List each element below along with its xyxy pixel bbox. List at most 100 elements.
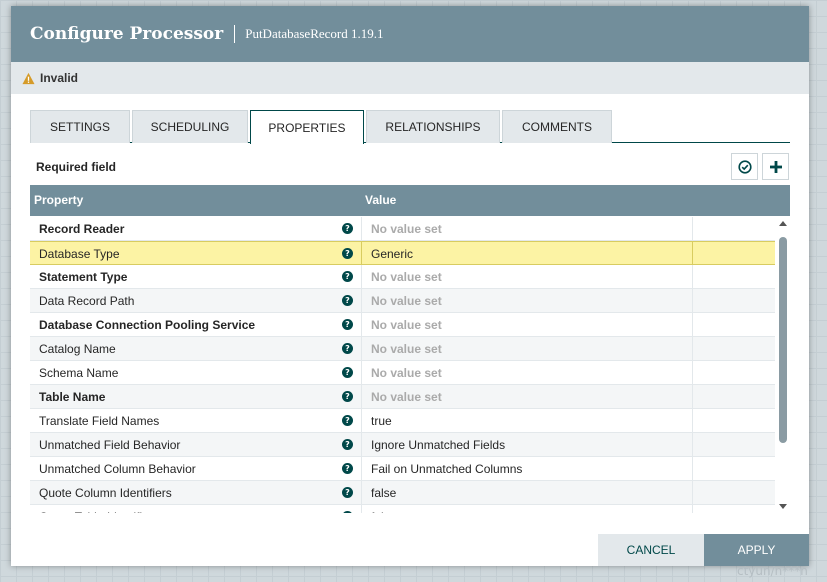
column-divider	[692, 217, 693, 241]
property-name: Catalog Name	[39, 342, 116, 356]
property-value[interactable]: false	[371, 505, 396, 513]
column-divider	[692, 457, 693, 481]
column-divider	[361, 265, 362, 289]
property-name: Database Type	[39, 247, 120, 261]
column-divider	[361, 385, 362, 409]
column-divider	[692, 289, 693, 313]
help-icon[interactable]: ?	[342, 487, 353, 498]
property-row[interactable]: Database Connection Pooling Service? No v…	[30, 313, 775, 337]
table-scrollbar[interactable]	[776, 217, 790, 513]
property-name: Record Reader	[39, 222, 125, 236]
tab-comments[interactable]: COMMENTS	[502, 110, 612, 143]
property-value[interactable]: No value set	[371, 289, 442, 313]
help-icon[interactable]: ?	[342, 271, 353, 282]
property-row[interactable]: Schema Name? No value set	[30, 361, 775, 385]
column-divider	[361, 457, 362, 481]
column-divider	[361, 289, 362, 313]
property-value[interactable]: Fail on Unmatched Columns	[371, 457, 522, 481]
check-circle-icon	[737, 159, 752, 174]
property-value[interactable]: Ignore Unmatched Fields	[371, 433, 505, 457]
help-icon[interactable]: ?	[342, 511, 353, 513]
dialog-header: Configure Processor PutDatabaseRecord 1.…	[11, 6, 809, 62]
column-divider	[692, 481, 693, 505]
column-divider	[361, 337, 362, 361]
help-icon[interactable]: ?	[342, 319, 353, 330]
property-row[interactable]: Statement Type? No value set	[30, 265, 775, 289]
apply-button[interactable]: APPLY	[704, 534, 809, 566]
help-icon[interactable]: ?	[342, 343, 353, 354]
property-value[interactable]: No value set	[371, 217, 442, 241]
property-value[interactable]: No value set	[371, 337, 442, 361]
help-icon[interactable]: ?	[342, 223, 353, 234]
tab-settings[interactable]: SETTINGS	[30, 110, 130, 143]
property-name: Unmatched Field Behavior	[39, 438, 181, 452]
help-icon[interactable]: ?	[342, 367, 353, 378]
scroll-down-icon[interactable]	[779, 504, 787, 509]
warning-icon	[22, 72, 35, 84]
column-divider	[361, 242, 362, 266]
property-row[interactable]: Unmatched Field Behavior? Ignore Unmatche…	[30, 433, 775, 457]
dialog-subtitle: PutDatabaseRecord 1.19.1	[245, 26, 384, 41]
property-name: Data Record Path	[39, 294, 135, 308]
column-divider	[692, 385, 693, 409]
column-divider	[361, 433, 362, 457]
property-value[interactable]: No value set	[371, 313, 442, 337]
property-name: Quote Column Identifiers	[39, 486, 172, 500]
help-icon[interactable]: ?	[342, 415, 353, 426]
required-field-label: Required field	[36, 160, 117, 174]
help-icon[interactable]: ?	[342, 391, 353, 402]
column-divider	[361, 409, 362, 433]
verify-properties-button[interactable]	[731, 153, 758, 180]
help-icon[interactable]: ?	[342, 295, 353, 306]
validation-status-bar: Invalid	[11, 62, 809, 94]
property-row[interactable]: Quote Table Identifiers? false	[30, 505, 775, 513]
scroll-up-icon[interactable]	[779, 221, 787, 226]
tab-relationships[interactable]: RELATIONSHIPS	[366, 110, 500, 143]
scrollbar-thumb[interactable]	[779, 237, 787, 443]
add-property-button[interactable]	[762, 153, 789, 180]
property-name: Unmatched Column Behavior	[39, 462, 196, 476]
property-name: Statement Type	[39, 270, 128, 284]
column-header-property: Property	[34, 193, 84, 207]
help-icon[interactable]: ?	[342, 463, 353, 474]
property-row[interactable]: Catalog Name? No value set	[30, 337, 775, 361]
property-value[interactable]: No value set	[371, 265, 442, 289]
tab-properties[interactable]: PROPERTIES	[250, 110, 364, 144]
properties-table-header: Property Value	[30, 185, 790, 216]
column-divider	[361, 217, 362, 241]
column-divider	[692, 409, 693, 433]
property-row[interactable]: Database Type? Generic	[30, 241, 775, 266]
property-value[interactable]: No value set	[371, 361, 442, 385]
property-value[interactable]: Generic	[371, 242, 413, 266]
property-name: Schema Name	[39, 366, 119, 380]
help-icon[interactable]: ?	[342, 439, 353, 450]
property-row[interactable]: Translate Field Names? true	[30, 409, 775, 433]
column-divider	[361, 313, 362, 337]
column-divider	[692, 337, 693, 361]
property-row[interactable]: Table Name? No value set	[30, 385, 775, 409]
property-row[interactable]: Quote Column Identifiers? false	[30, 481, 775, 505]
column-divider	[692, 361, 693, 385]
properties-table-body: Record Reader? No value set Database Type?…	[30, 217, 775, 513]
property-row[interactable]: Record Reader? No value set	[30, 217, 775, 241]
property-name: Quote Table Identifiers	[39, 505, 159, 513]
column-divider	[692, 242, 693, 266]
tab-bar: SETTINGS SCHEDULING PROPERTIES RELATIONS…	[30, 110, 790, 144]
property-value[interactable]: No value set	[371, 385, 442, 409]
cancel-button[interactable]: CANCEL	[598, 534, 704, 566]
property-value[interactable]: false	[371, 481, 396, 505]
column-divider	[692, 265, 693, 289]
configure-processor-dialog: Configure Processor PutDatabaseRecord 1.…	[11, 6, 809, 566]
property-value[interactable]: true	[371, 409, 392, 433]
property-row[interactable]: Data Record Path? No value set	[30, 289, 775, 313]
column-divider	[361, 361, 362, 385]
dialog-title: Configure Processor	[30, 24, 224, 44]
tab-scheduling[interactable]: SCHEDULING	[132, 110, 248, 143]
column-divider	[692, 313, 693, 337]
plus-icon	[769, 160, 782, 173]
help-icon[interactable]: ?	[342, 248, 353, 259]
property-row[interactable]: Unmatched Column Behavior? Fail on Unmatc…	[30, 457, 775, 481]
status-text: Invalid	[40, 71, 79, 85]
column-divider	[361, 505, 362, 513]
property-name: Table Name	[39, 390, 106, 404]
